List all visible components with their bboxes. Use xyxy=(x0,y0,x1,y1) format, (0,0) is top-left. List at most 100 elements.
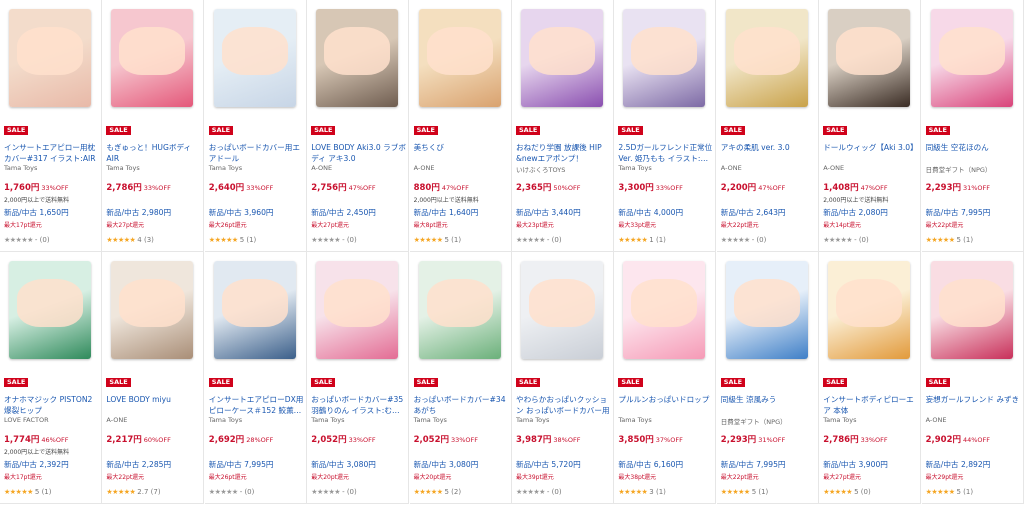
product-image[interactable] xyxy=(719,254,815,366)
product-title-link[interactable]: LOVE BODY miyu xyxy=(106,394,202,416)
rating[interactable]: ★★★★★ 5 (1) xyxy=(414,236,462,244)
used-price-link[interactable]: 新品/中古 3,900円 xyxy=(823,459,888,470)
product-image[interactable] xyxy=(2,254,98,366)
rating[interactable]: ★★★★★ 4 (3) xyxy=(106,236,154,244)
product-image[interactable] xyxy=(309,254,405,366)
product-image[interactable] xyxy=(104,2,200,114)
used-price-link[interactable]: 新品/中古 2,285円 xyxy=(106,459,171,470)
rating[interactable]: ★★★★★ 5 (2) xyxy=(414,488,462,496)
rating[interactable]: ★★★★★ - (0) xyxy=(311,236,357,244)
product-image[interactable] xyxy=(207,2,303,114)
product-title-link[interactable]: インサートボディピローエア 本体 xyxy=(823,394,919,416)
product-card[interactable]: SALE 美ちくび A-ONE 880円 47%OFF 2,000円以上で送料無料 新品/中… xyxy=(409,0,512,252)
rating[interactable]: ★★★★★ - (0) xyxy=(4,236,50,244)
product-image[interactable] xyxy=(309,2,405,114)
used-price-link[interactable]: 新品/中古 3,080円 xyxy=(311,459,376,470)
product-title-link[interactable]: おっぱいボードカバー#35 羽鶴りのん イラスト:む… xyxy=(311,394,407,416)
product-card[interactable]: SALE 同級生 涼風みう 日費堂ギフト（NPG） 2,293円 31%OFF 新品/中古… xyxy=(716,252,819,504)
product-image[interactable] xyxy=(514,2,610,114)
product-title-link[interactable]: おねだり学園 放課後 HIP &newエアポンプ！ xyxy=(516,142,612,164)
product-image[interactable] xyxy=(821,2,917,114)
product-card[interactable]: SALE おっぱいボードカバー#34 あがち Tama Toys 2,052円 33%O… xyxy=(409,252,512,504)
used-price-link[interactable]: 新品/中古 3,960円 xyxy=(209,207,274,218)
product-card[interactable]: SALE インサートエアピローDX用ピローケース＃152 鮫薫… Tama Toys… xyxy=(204,252,307,504)
rating[interactable]: ★★★★★ - (0) xyxy=(311,488,357,496)
rating[interactable]: ★★★★★ - (0) xyxy=(823,236,869,244)
product-card[interactable]: SALE 同級生 空花ほのん 日費堂ギフト（NPG） 2,293円 31%OFF 新品/中… xyxy=(921,0,1024,252)
product-card[interactable]: SALE 妄想ガールフレンド みずき A-ONE 2,902円 44%OFF 新品/中古 … xyxy=(921,252,1024,504)
product-title-link[interactable]: インサートエアピローDX用ピローケース＃152 鮫薫… xyxy=(209,394,305,416)
product-card[interactable]: SALE おっぱいボードカバー#35 羽鶴りのん イラスト:む… Tama Toys… xyxy=(307,252,410,504)
product-title-link[interactable]: オナホマジック PISTON2 爆裂ヒップ xyxy=(4,394,100,416)
product-image[interactable] xyxy=(719,2,815,114)
product-card[interactable]: SALE LOVE BODY miyu A-ONE 2,217円 60%OFF 新品/中古… xyxy=(102,252,205,504)
rating[interactable]: ★★★★★ 5 (1) xyxy=(4,488,52,496)
product-title-link[interactable]: 同級生 空花ほのん xyxy=(926,142,1022,164)
rating[interactable]: ★★★★★ 5 (1) xyxy=(209,236,257,244)
product-title-link[interactable]: おっぱいボードカバー#34 あがち xyxy=(414,394,510,416)
used-price-link[interactable]: 新品/中古 2,892円 xyxy=(926,459,991,470)
used-price-link[interactable]: 新品/中古 7,995円 xyxy=(209,459,274,470)
product-title-link[interactable]: 2.5Dガールフレンド正常位 Ver. 姫乃もも イラスト:… xyxy=(618,142,714,164)
product-title-link[interactable]: LOVE BODY Aki3.0 ラブボディ アキ3.0 xyxy=(311,142,407,164)
product-card[interactable]: SALE 2.5Dガールフレンド正常位 Ver. 姫乃もも イラスト:… Tama … xyxy=(614,0,717,252)
rating[interactable]: ★★★★★ 5 (1) xyxy=(926,488,974,496)
product-image[interactable] xyxy=(412,254,508,366)
product-card[interactable]: SALE もぎゅっと！HUGボディAIR Tama Toys 2,786円 33%OFF… xyxy=(102,0,205,252)
product-image[interactable] xyxy=(207,254,303,366)
product-card[interactable]: SALE プルルンおっぱいドロップ Tama Toys 3,850円 37%OFF 新品/… xyxy=(614,252,717,504)
used-price-link[interactable]: 新品/中古 7,995円 xyxy=(721,459,786,470)
product-title-link[interactable]: アキの柔肌 ver. 3.0 xyxy=(721,142,817,164)
rating[interactable]: ★★★★★ - (0) xyxy=(516,488,562,496)
rating[interactable]: ★★★★★ - (0) xyxy=(721,236,767,244)
used-price-link[interactable]: 新品/中古 2,980円 xyxy=(106,207,171,218)
product-image[interactable] xyxy=(104,254,200,366)
product-title-link[interactable]: 妄想ガールフレンド みずき xyxy=(926,394,1022,416)
used-price-link[interactable]: 新品/中古 2,643円 xyxy=(721,207,786,218)
used-price-link[interactable]: 新品/中古 4,000円 xyxy=(618,207,683,218)
used-price-link[interactable]: 新品/中古 2,392円 xyxy=(4,459,69,470)
used-price-link[interactable]: 新品/中古 2,080円 xyxy=(823,207,888,218)
product-title-link[interactable]: 美ちくび xyxy=(414,142,510,164)
rating[interactable]: ★★★★★ 5 (1) xyxy=(926,236,974,244)
product-image[interactable] xyxy=(412,2,508,114)
rating[interactable]: ★★★★★ 2.7 (7) xyxy=(106,488,160,496)
product-card[interactable]: SALE インサートエアピロー用枕カバー#317 イラスト:AIR Tama Toy… xyxy=(0,0,102,252)
product-card[interactable]: SALE おっぱいボードカバー用エアドール Tama Toys 2,640円 33%OF… xyxy=(204,0,307,252)
rating[interactable]: ★★★★★ 1 (1) xyxy=(618,236,666,244)
product-image[interactable] xyxy=(514,254,610,366)
rating[interactable]: ★★★★★ 5 (1) xyxy=(721,488,769,496)
product-title-link[interactable]: ドールウィッグ【Aki 3.0】 xyxy=(823,142,919,164)
product-image[interactable] xyxy=(924,2,1020,114)
used-price-link[interactable]: 新品/中古 7,995円 xyxy=(926,207,991,218)
rating[interactable]: ★★★★★ 5 (0) xyxy=(823,488,871,496)
used-price-link[interactable]: 新品/中古 1,640円 xyxy=(414,207,479,218)
product-title-link[interactable]: やわらかおっぱいクッション おっぱいボードカバー用 xyxy=(516,394,612,416)
product-card[interactable]: SALE オナホマジック PISTON2 爆裂ヒップ LOVE FACTOR 1,77… xyxy=(0,252,102,504)
used-price-link[interactable]: 新品/中古 3,080円 xyxy=(414,459,479,470)
product-image[interactable] xyxy=(616,254,712,366)
used-price-link[interactable]: 新品/中古 5,720円 xyxy=(516,459,581,470)
product-image[interactable] xyxy=(2,2,98,114)
product-title-link[interactable]: もぎゅっと！HUGボディAIR xyxy=(106,142,202,164)
product-title-link[interactable]: インサートエアピロー用枕カバー#317 イラスト:AIR xyxy=(4,142,100,164)
product-title-link[interactable]: 同級生 涼風みう xyxy=(721,394,817,416)
product-card[interactable]: SALE LOVE BODY Aki3.0 ラブボディ アキ3.0 A-ONE 2,7… xyxy=(307,0,410,252)
used-price-link[interactable]: 新品/中古 2,450円 xyxy=(311,207,376,218)
used-price-link[interactable]: 新品/中古 1,650円 xyxy=(4,207,69,218)
used-price-link[interactable]: 新品/中古 6,160円 xyxy=(618,459,683,470)
used-price-link[interactable]: 新品/中古 3,440円 xyxy=(516,207,581,218)
product-image[interactable] xyxy=(821,254,917,366)
product-image[interactable] xyxy=(616,2,712,114)
product-card[interactable]: SALE やわらかおっぱいクッション おっぱいボードカバー用 Tama Toys 3,… xyxy=(512,252,614,504)
rating[interactable]: ★★★★★ 3 (1) xyxy=(618,488,666,496)
product-card[interactable]: SALE インサートボディピローエア 本体 Tama Toys 2,786円 33%OF… xyxy=(819,252,922,504)
product-card[interactable]: SALE おねだり学園 放課後 HIP &newエアポンプ！ いけぶくろTOYS 2,… xyxy=(512,0,614,252)
product-title-link[interactable]: おっぱいボードカバー用エアドール xyxy=(209,142,305,164)
rating[interactable]: ★★★★★ - (0) xyxy=(516,236,562,244)
product-card[interactable]: SALE アキの柔肌 ver. 3.0 A-ONE 2,200円 47%OFF 新品/中古… xyxy=(716,0,819,252)
product-card[interactable]: SALE ドールウィッグ【Aki 3.0】 A-ONE 1,408円 47%OFF 2,0… xyxy=(819,0,922,252)
product-image[interactable] xyxy=(924,254,1020,366)
product-title-link[interactable]: プルルンおっぱいドロップ xyxy=(618,394,714,416)
rating[interactable]: ★★★★★ - (0) xyxy=(209,488,255,496)
